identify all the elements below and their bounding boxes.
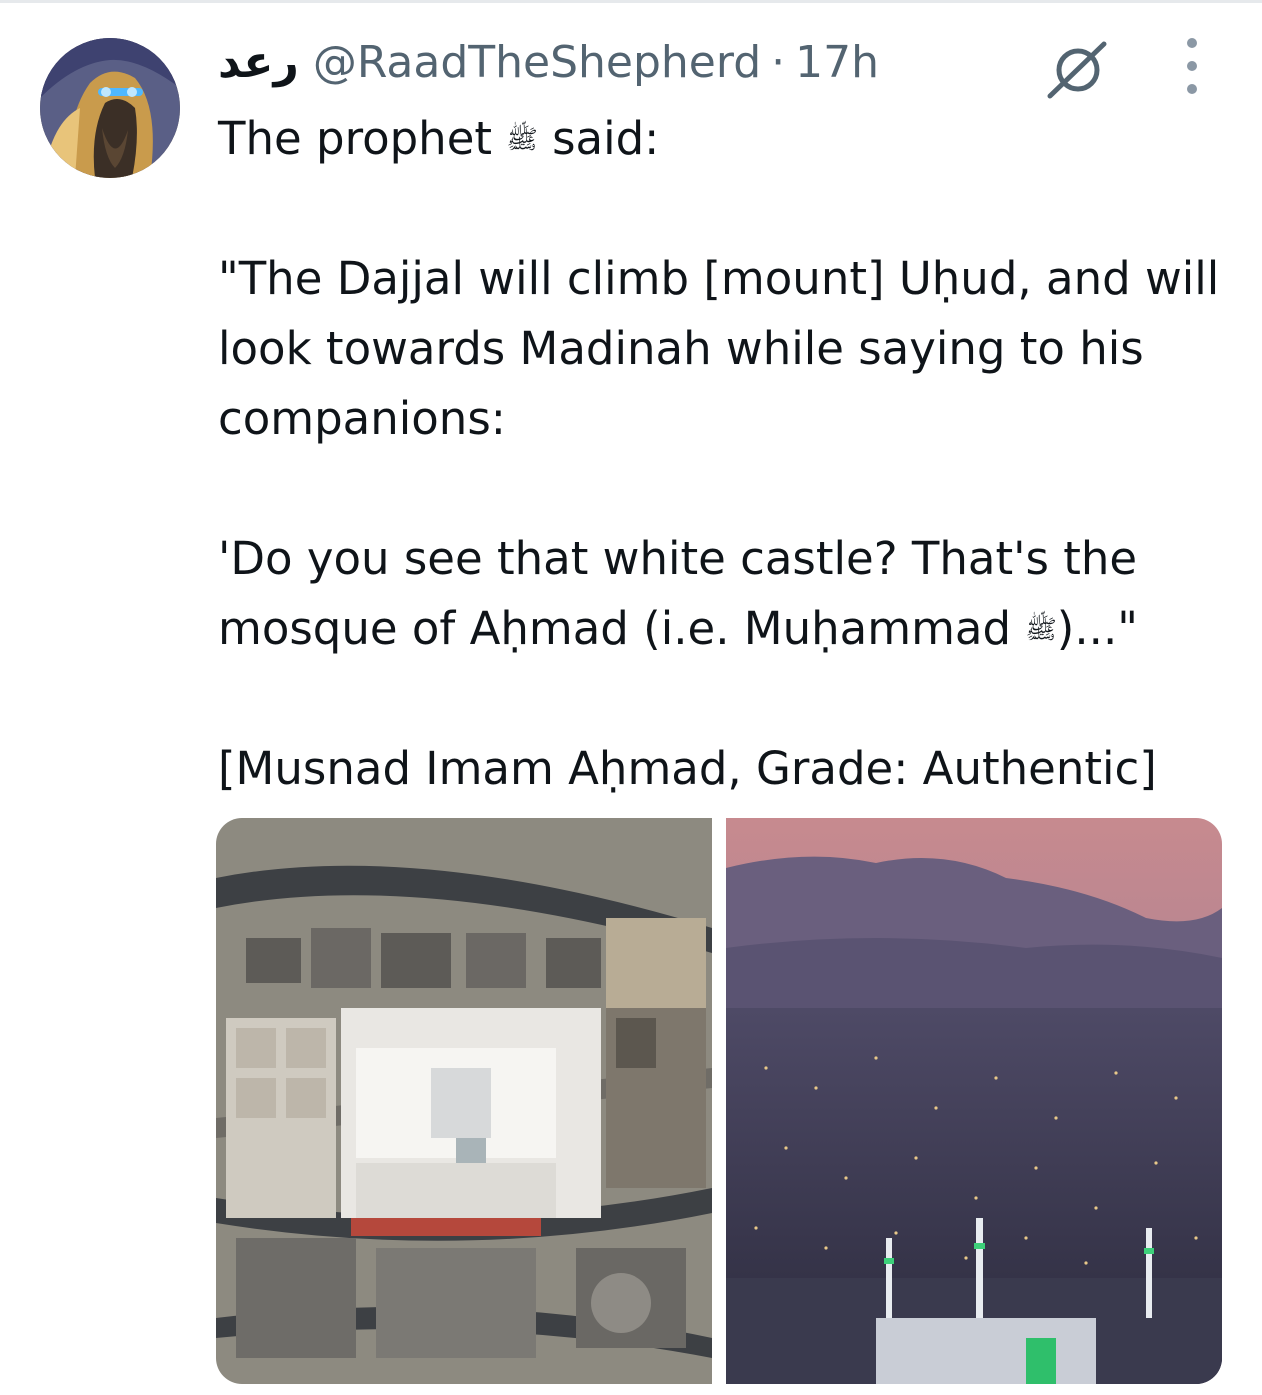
timestamp[interactable]: 17h [795,37,879,88]
more-options-icon[interactable] [1178,38,1206,94]
tweet-intro: The prophet ﷺ said: [218,104,1228,174]
honorific-glyph: ﷺ [1025,615,1057,645]
intro-after: said: [552,112,660,165]
avatar[interactable] [40,38,180,178]
avatar-image [40,38,180,178]
more-dot [1187,61,1197,71]
grok-icon[interactable] [1042,38,1112,100]
tweet-citation: [Musnad Imam Aḥmad, Grade: Authentic] [218,742,1157,795]
top-divider [0,0,1262,3]
paragraph-2-after: )..." [1056,602,1138,655]
intro-before: The prophet [218,112,493,165]
tweet-paragraph-1: "The Dajjal will climb [mount] Uḥud, and… [218,252,1220,445]
tweet-text: The prophet ﷺ said: "The Dajjal will cli… [218,104,1228,804]
separator-dot: · [771,36,786,88]
user-handle[interactable]: @RaadTheShepherd [313,37,761,88]
satellite-view-of-mosque-image[interactable] [216,818,712,1384]
tweet-paragraph-2: 'Do you see that white castle? That's th… [218,524,1228,664]
more-dot [1187,38,1197,48]
paragraph-2-before: 'Do you see that white castle? That's th… [218,532,1138,655]
tweet-header: رعد @RaadTheShepherd · 17h [218,32,879,92]
display-name[interactable]: رعد [218,37,299,88]
media-grid [216,818,1222,1384]
madinah-night-skyline-image[interactable] [726,818,1222,1384]
honorific-glyph: ﷺ [506,125,538,155]
more-dot [1187,84,1197,94]
